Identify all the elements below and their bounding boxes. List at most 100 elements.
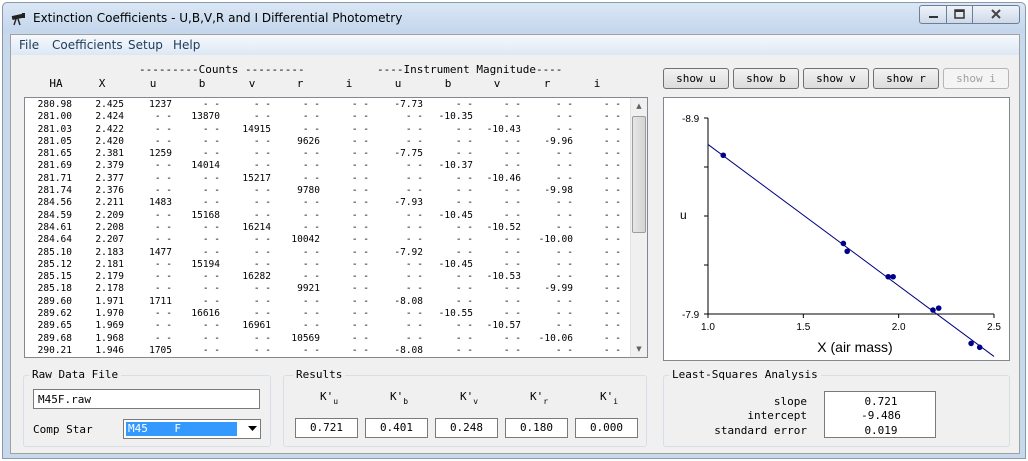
table-cell: - -: [555, 209, 573, 221]
table-cell: - -: [253, 185, 271, 197]
menu-coefficients[interactable]: Coefficients: [52, 38, 123, 52]
table-cell: - -: [455, 320, 473, 332]
table-cell: - -: [202, 320, 220, 332]
table-row[interactable]: 289.60 1.971 1711 - - - - - - - - -8.08 - - - - - …: [25, 296, 630, 308]
coef-value-u[interactable]: 0.721: [295, 418, 358, 438]
menu-setup[interactable]: Setup: [128, 38, 163, 52]
chevron-down-icon[interactable]: [248, 426, 257, 432]
table-cell: - -: [302, 148, 320, 160]
table-row[interactable]: 281.69 2.379 - - 14014 - - - - - - - - -10.37 - -…: [25, 160, 630, 172]
table-cell: - -: [253, 160, 271, 172]
table-cell: - -: [455, 221, 473, 233]
scroll-up-icon[interactable]: ▲: [631, 98, 647, 114]
table-row[interactable]: 284.61 2.208 - - - - 16214 - - - - - - - - -10.52…: [25, 222, 630, 234]
table-cell: 284.56: [37, 197, 72, 209]
table-cell: - -: [154, 320, 172, 332]
show-r-button[interactable]: show r: [873, 68, 939, 89]
scroll-down-icon[interactable]: ▼: [631, 341, 647, 357]
menu-help[interactable]: Help: [173, 38, 200, 52]
show-v-button[interactable]: show v: [803, 68, 869, 89]
table-row[interactable]: 289.65 1.969 - - - - 16961 - - - - - - - - -10.57…: [25, 320, 630, 332]
raw-data-file-field[interactable]: M45F.raw: [33, 389, 260, 409]
table-row[interactable]: 281.74 2.376 - - - - - - 9780 - - - - - - - - -9.9…: [25, 185, 630, 197]
coef-value-b[interactable]: 0.401: [365, 418, 428, 438]
col-header-counts-v: v: [248, 77, 256, 90]
table-row[interactable]: 280.98 2.425 1237 - - - - - - - - -7.73 - - - - - …: [25, 99, 630, 111]
table-cell: - -: [154, 123, 172, 135]
table-row[interactable]: 289.62 1.970 - - 16616 - - - - - - - - -10.55 - -…: [25, 308, 630, 320]
table-cell: - -: [555, 197, 573, 209]
table-cell: 2.376: [95, 185, 124, 197]
table-row[interactable]: 281.05 2.420 - - - - - - 9626 - - - - - - - - -9.9…: [25, 136, 630, 148]
maximize-button[interactable]: [946, 5, 973, 24]
table-row[interactable]: 285.15 2.179 - - - - 16282 - - - - - - - - -10.53…: [25, 271, 630, 283]
table-cell: - -: [351, 209, 369, 221]
table-cell: - -: [405, 209, 423, 221]
table-cell: - -: [253, 148, 271, 160]
list-scrollbar[interactable]: ▲ ▼: [630, 98, 647, 357]
table-cell: - -: [154, 172, 172, 184]
table-cell: -9.96: [544, 135, 573, 147]
table-row[interactable]: 290.23 1.945 - - 16747 - - - - - - - - -10.56 - -…: [25, 357, 630, 358]
table-row[interactable]: 284.56 2.211 1483 - - - - - - - - -7.93 - - - - - …: [25, 197, 630, 209]
table-cell: - -: [603, 295, 621, 307]
table-cell: 285.15: [37, 271, 72, 283]
table-cell: - -: [154, 234, 172, 246]
x-axis-label: X (air mass): [817, 339, 892, 355]
table-cell: 16282: [242, 271, 271, 283]
menu-file[interactable]: File: [19, 38, 39, 52]
table-cell: 1.945: [95, 357, 124, 358]
table-cell: - -: [253, 99, 271, 110]
table-cell: - -: [253, 197, 271, 209]
col-header-mag-r: r: [543, 77, 551, 90]
table-row[interactable]: 285.12 2.181 - - 15194 - - - - - - - - -10.45 - -…: [25, 259, 630, 271]
table-cell: - -: [405, 332, 423, 344]
table-cell: - -: [503, 135, 521, 147]
table-row[interactable]: 284.64 2.207 - - - - - - 10042 - - - - - - - - -10…: [25, 234, 630, 246]
table-cell: 1477: [149, 246, 172, 258]
table-cell: 1711: [149, 295, 172, 307]
table-row[interactable]: 281.00 2.424 - - 13870 - - - - - - - - -10.35 - -…: [25, 111, 630, 123]
table-cell: - -: [405, 320, 423, 332]
table-cell: - -: [253, 295, 271, 307]
table-cell: - -: [202, 246, 220, 258]
table-cell: -7.92: [394, 246, 423, 258]
table-cell: - -: [154, 283, 172, 295]
show-u-button[interactable]: show u: [663, 68, 729, 89]
table-cell: - -: [455, 332, 473, 344]
table-cell: 290.23: [38, 357, 72, 358]
table-cell: - -: [154, 111, 172, 123]
title-bar[interactable]: Extinction Coefficients - U,B,V,R and I …: [3, 3, 1025, 33]
table-row[interactable]: 284.59 2.209 - - 15168 - - - - - - - - -10.45 - -…: [25, 210, 630, 222]
table-row[interactable]: 285.18 2.178 - - - - - - 9921 - - - - - - - - -9.9…: [25, 283, 630, 295]
close-button[interactable]: [972, 5, 1020, 24]
coef-value-r[interactable]: 0.180: [505, 418, 568, 438]
coef-value-v[interactable]: 0.248: [435, 418, 498, 438]
table-row[interactable]: 285.10 2.183 1477 - - - - - - - - -7.92 - - - - - …: [25, 247, 630, 259]
show-b-button[interactable]: show b: [733, 68, 799, 89]
table-cell: 2.211: [95, 197, 124, 209]
table-cell: 2.377: [95, 172, 124, 184]
table-cell: 14014: [191, 160, 220, 172]
table-row[interactable]: 281.65 2.381 1259 - - - - - - - - -7.75 - - - - - …: [25, 148, 630, 160]
show-i-button[interactable]: show i: [943, 68, 1009, 89]
scroll-thumb[interactable]: [632, 116, 646, 233]
table-cell: - -: [603, 344, 621, 356]
table-cell: - -: [202, 123, 220, 135]
table-cell: - -: [503, 185, 521, 197]
table-cell: - -: [154, 308, 172, 320]
comp-star-select[interactable]: M45 F: [123, 419, 261, 439]
table-cell: -10.45: [438, 209, 473, 221]
table-cell: - -: [303, 357, 320, 358]
table-row[interactable]: 281.71 2.377 - - - - 15217 - - - - - - - - -10.46…: [25, 173, 630, 185]
table-cell: -10.52: [486, 221, 521, 233]
table-row[interactable]: 289.68 1.968 - - - - - - 10569 - - - - - - - - -10…: [25, 333, 630, 345]
table-row[interactable]: 290.21 1.946 1705- -- -- -- - -8.08- -- -- …: [25, 345, 630, 357]
minimize-button[interactable]: [919, 5, 947, 24]
coef-value-i[interactable]: 0.000: [575, 418, 638, 438]
data-listbox[interactable]: 280.98 2.425 1237- -- -- -- - -7.73- -- -- …: [24, 97, 648, 358]
table-cell: - -: [405, 271, 423, 283]
table-cell: - -: [405, 308, 423, 320]
table-row[interactable]: 281.03 2.422 - - - - 14915 - - - - - - - - -10.43…: [25, 124, 630, 136]
table-cell: 14915: [242, 123, 271, 135]
